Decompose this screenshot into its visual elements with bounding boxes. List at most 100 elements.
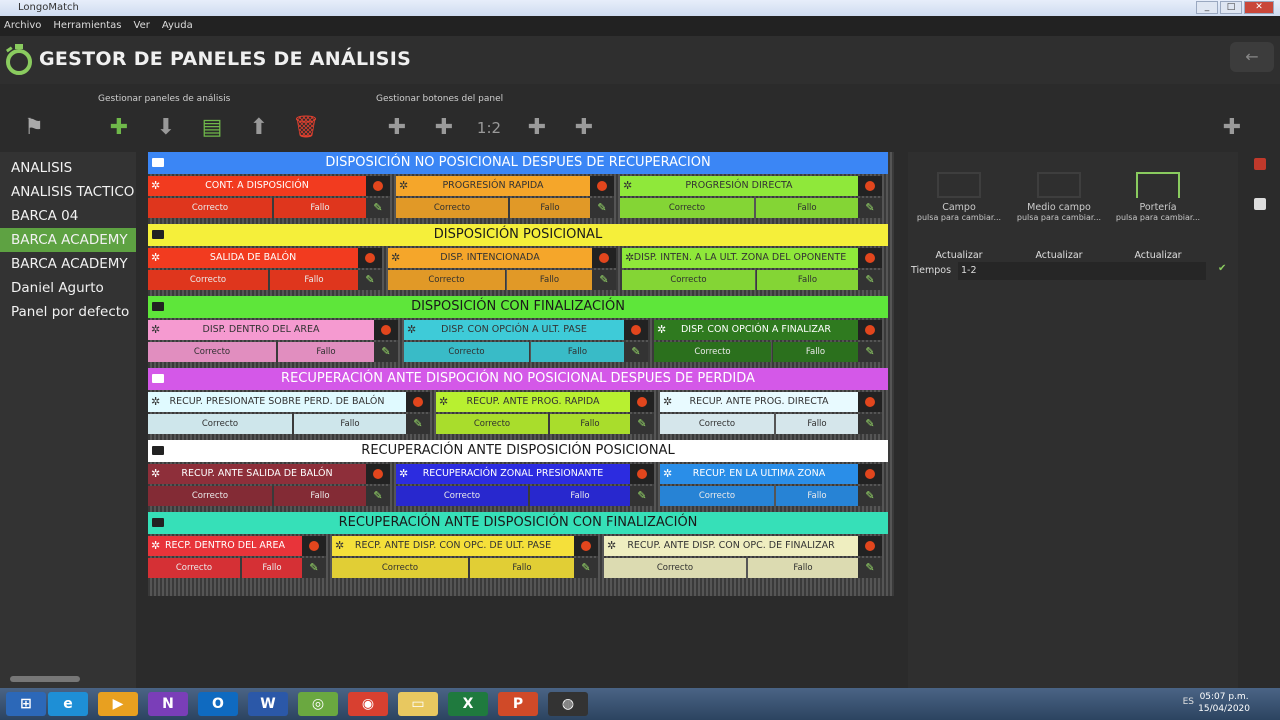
event-button[interactable]: DISP. CON OPCIÓN A ULT. PASE ✲ Correcto Fal… [404, 320, 654, 364]
sidebar-scrollbar[interactable] [10, 676, 80, 682]
minimize-button[interactable]: _ [1196, 1, 1218, 14]
subcategory-fallo[interactable]: Fallo [748, 558, 858, 578]
panel-list-item[interactable]: Panel por defecto [0, 300, 136, 324]
event-button[interactable]: RECP. ANTE DISP. CON OPC. DE ULT. PASE ✲ C… [332, 536, 604, 580]
subcategory-correcto[interactable]: Correcto [396, 198, 508, 218]
subcategory-correcto[interactable]: Correcto [620, 198, 754, 218]
tiempos-input[interactable]: 1-2 [958, 262, 1206, 280]
subcategory-fallo[interactable]: Fallo [530, 486, 630, 506]
subcategory-correcto[interactable]: Correcto [622, 270, 755, 290]
edit-pencil-icon[interactable]: ✎ [574, 558, 598, 578]
edit-pencil-icon[interactable]: ✎ [366, 198, 390, 218]
event-name[interactable]: PROGRESIÓN RAPIDA [396, 176, 590, 196]
delete-panel-icon[interactable]: 🗑 [292, 114, 320, 142]
event-name[interactable]: RECUP. ANTE DISP. CON OPC. DE FINALIZAR [604, 536, 858, 556]
subcategory-fallo[interactable]: Fallo [507, 270, 592, 290]
event-button[interactable]: DISP. CON OPCIÓN A FINALIZAR ✲ Correcto Fal… [654, 320, 888, 364]
subcategory-fallo[interactable]: Fallo [274, 486, 366, 506]
subcategory-correcto[interactable]: Correcto [148, 486, 272, 506]
event-name[interactable]: RECUP. EN LA ULTIMA ZONA [660, 464, 858, 484]
edit-pencil-icon[interactable]: ✎ [592, 270, 616, 290]
edit-pencil-icon[interactable]: ✎ [374, 342, 398, 362]
event-button[interactable]: RECUP. EN LA ULTIMA ZONA ✲ Correcto Fallo ✎ [660, 464, 888, 508]
add-event-button-icon[interactable]: ✚ [383, 114, 411, 142]
field-medio-campo[interactable]: Medio campo pulsa para cambiar... Actual… [1010, 162, 1108, 261]
panel-category-band[interactable]: RECUPERACIÓN ANTE DISPOSICIÓN POSICIONAL [148, 440, 888, 462]
taskbar-app-icon[interactable]: ▭ [398, 692, 438, 716]
record-dot-icon[interactable] [624, 320, 648, 340]
panel-list-item[interactable]: ANALISIS [0, 156, 136, 180]
close-button[interactable]: ✕ [1244, 1, 1274, 14]
menu-herramientas[interactable]: Herramientas [53, 16, 121, 36]
event-name[interactable]: DISP. CON OPCIÓN A FINALIZAR [654, 320, 858, 340]
subcategory-correcto[interactable]: Correcto [148, 414, 292, 434]
subcategory-fallo[interactable]: Fallo [278, 342, 374, 362]
record-dot-icon[interactable] [374, 320, 398, 340]
event-button[interactable]: RECUP. ANTE PROG. RAPIDA ✲ Correcto Fallo ✎ [436, 392, 660, 436]
event-name[interactable]: CONT. A DISPOSICIÓN [148, 176, 366, 196]
subcategory-correcto[interactable]: Correcto [388, 270, 505, 290]
taskbar-app-icon[interactable]: ▶ [98, 692, 138, 716]
subcategory-correcto[interactable]: Correcto [148, 270, 268, 290]
add-tag-button-icon[interactable]: ✚ [430, 114, 458, 142]
import-panel-icon[interactable]: ⬇ [152, 114, 180, 142]
subcategory-correcto[interactable]: Correcto [436, 414, 548, 434]
edit-pencil-icon[interactable]: ✎ [858, 342, 882, 362]
menu-ayuda[interactable]: Ayuda [162, 16, 193, 36]
subcategory-fallo[interactable]: Fallo [510, 198, 590, 218]
maximize-button[interactable]: □ [1220, 1, 1242, 14]
event-name[interactable]: RECUPERACIÓN ZONAL PRESIONANTE [396, 464, 630, 484]
subcategory-correcto[interactable]: Correcto [404, 342, 529, 362]
taskbar-app-icon[interactable]: N [148, 692, 188, 716]
field-campo[interactable]: Campo pulsa para cambiar... Actualizar [910, 162, 1008, 261]
record-dot-icon[interactable] [630, 464, 654, 484]
event-name[interactable]: RECUP. ANTE SALIDA DE BALÓN [148, 464, 366, 484]
edit-pencil-icon[interactable]: ✎ [624, 342, 648, 362]
event-button[interactable]: SALIDA DE BALÓN ✲ Correcto Fallo ✎ [148, 248, 388, 292]
panel-category-band[interactable]: RECUPERACIÓN ANTE DISPOSICIÓN CON FINALI… [148, 512, 888, 534]
event-button[interactable]: DISP. INTENCIONADA ✲ Correcto Fallo ✎ [388, 248, 622, 292]
record-dot-icon[interactable] [590, 176, 614, 196]
update-campo-button[interactable]: Actualizar [910, 250, 1008, 261]
subcategory-correcto[interactable]: Correcto [604, 558, 746, 578]
subcategory-correcto[interactable]: Correcto [148, 198, 272, 218]
event-button[interactable]: RECUP. PRESIONATE SOBRE PERD. DE BALÓN ✲ C… [148, 392, 436, 436]
subcategory-correcto[interactable]: Correcto [654, 342, 771, 362]
edit-pencil-icon[interactable]: ✎ [858, 198, 882, 218]
record-icon[interactable] [1254, 158, 1266, 170]
record-dot-icon[interactable] [302, 536, 326, 556]
add-panel-icon[interactable]: ✚ [105, 114, 133, 142]
event-button[interactable]: CONT. A DISPOSICIÓN ✲ Correcto Fallo ✎ [148, 176, 396, 220]
edit-pencil-icon[interactable]: ✎ [858, 558, 882, 578]
record-dot-icon[interactable] [858, 320, 882, 340]
edit-pencil-icon[interactable]: ✎ [858, 270, 882, 290]
subcategory-fallo[interactable]: Fallo [776, 414, 858, 434]
taskbar-app-icon[interactable]: e [48, 692, 88, 716]
system-clock[interactable]: 05:07 p.m. 15/04/2020 [1198, 691, 1250, 715]
subcategory-fallo[interactable]: Fallo [470, 558, 574, 578]
event-name[interactable]: DISP. INTENCIONADA [388, 248, 592, 268]
subcategory-correcto[interactable]: Correcto [396, 486, 528, 506]
panel-category-band[interactable]: DISPOSICIÓN POSICIONAL [148, 224, 888, 246]
export-panel-icon[interactable]: ⬆ [245, 114, 273, 142]
subcategory-fallo[interactable]: Fallo [550, 414, 630, 434]
record-dot-icon[interactable] [406, 392, 430, 412]
taskbar-app-icon[interactable]: ◉ [348, 692, 388, 716]
start-button[interactable]: ⊞ [6, 692, 46, 716]
splitter[interactable] [898, 152, 908, 688]
menu-ver[interactable]: Ver [134, 16, 150, 36]
menu-archivo[interactable]: Archivo [4, 16, 41, 36]
edit-pencil-icon[interactable]: ✎ [406, 414, 430, 434]
event-button[interactable]: PROGRESIÓN DIRECTA ✲ Correcto Fallo ✎ [620, 176, 888, 220]
subcategory-fallo[interactable]: Fallo [274, 198, 366, 218]
event-name[interactable]: DISP. DENTRO DEL AREA [148, 320, 374, 340]
panel-list-item[interactable]: Daniel Agurto [0, 276, 136, 300]
panel-list-item-selected[interactable]: BARCA ACADEMY [0, 228, 136, 252]
edit-pencil-icon[interactable]: ✎ [858, 414, 882, 434]
taskbar-app-icon[interactable]: ◍ [548, 692, 588, 716]
record-dot-icon[interactable] [858, 464, 882, 484]
subcategory-correcto[interactable]: Correcto [660, 414, 774, 434]
language-indicator[interactable]: ES [1183, 697, 1194, 707]
panel-category-band[interactable]: DISPOSICIÓN CON FINALIZACIÓN [148, 296, 888, 318]
edit-pencil-icon[interactable]: ✎ [590, 198, 614, 218]
